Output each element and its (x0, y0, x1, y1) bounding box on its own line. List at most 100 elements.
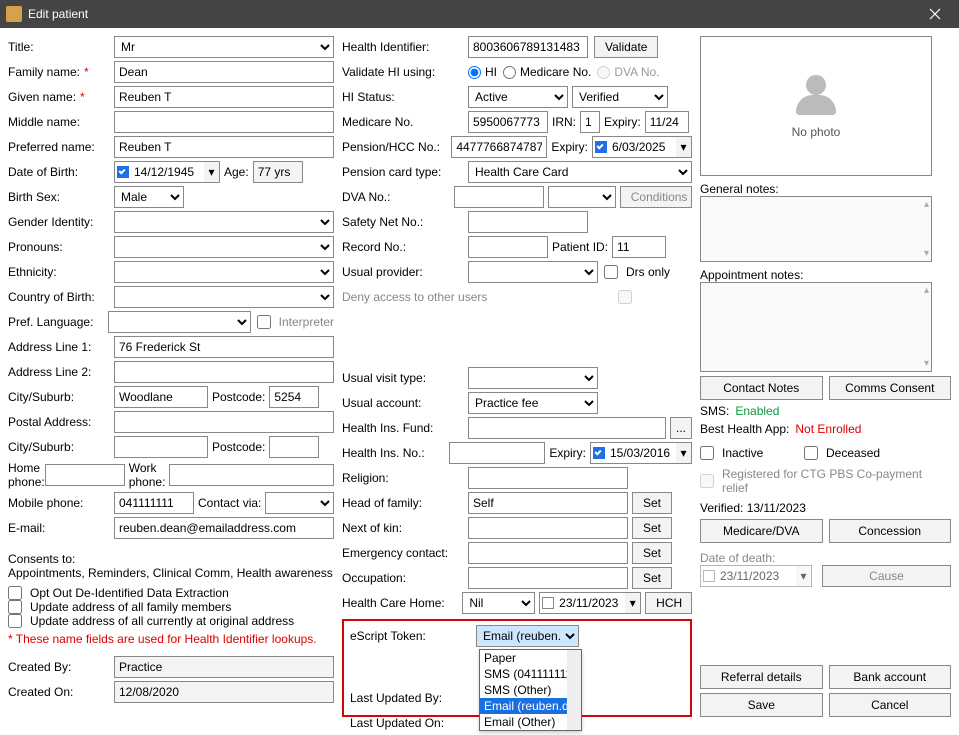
chevron-down-icon[interactable]: ▾ (676, 136, 692, 158)
hi-status-active-select[interactable]: Active (468, 86, 568, 108)
health-ins-expiry-input[interactable] (606, 442, 676, 464)
medicare-no-input[interactable] (468, 111, 548, 133)
next-of-kin-set-button[interactable]: Set (632, 517, 672, 539)
referral-details-button[interactable]: Referral details (700, 665, 823, 689)
save-button[interactable]: Save (700, 693, 823, 717)
next-of-kin-input[interactable] (468, 517, 628, 539)
dropdown-scrollbar[interactable] (567, 650, 581, 730)
mobile-phone-input[interactable] (114, 492, 194, 514)
dva-no-input[interactable] (454, 186, 544, 208)
city-input[interactable] (114, 386, 208, 408)
safety-net-input[interactable] (468, 211, 588, 233)
head-of-family-set-button[interactable]: Set (632, 492, 672, 514)
address1-input[interactable] (114, 336, 334, 358)
birth-sex-select[interactable]: Male (114, 186, 184, 208)
hi-status-verified-select[interactable]: Verified (572, 86, 668, 108)
usual-visit-type-select[interactable] (468, 367, 598, 389)
scroll-up-icon[interactable]: ▴ (924, 199, 929, 210)
pension-hcc-input[interactable] (451, 136, 547, 158)
given-name-input[interactable] (114, 86, 334, 108)
close-button[interactable] (917, 0, 953, 28)
home-phone-input[interactable] (45, 464, 125, 486)
comms-consent-button[interactable]: Comms Consent (829, 376, 952, 400)
interpreter-checkbox[interactable] (257, 315, 271, 329)
postcode-input[interactable] (269, 386, 319, 408)
dva-type-select[interactable] (548, 186, 616, 208)
chevron-down-icon[interactable]: ▾ (204, 161, 220, 183)
escript-option-email-other[interactable]: Email (Other) (480, 714, 581, 730)
deceased-checkbox[interactable] (804, 446, 818, 460)
emergency-contact-input[interactable] (468, 542, 628, 564)
hch-button[interactable]: HCH (645, 592, 692, 614)
opt-out-extraction-checkbox[interactable] (8, 586, 22, 600)
drs-only-checkbox[interactable] (604, 265, 618, 279)
bank-account-button[interactable]: Bank account (829, 665, 952, 689)
country-of-birth-select[interactable] (114, 286, 334, 308)
escript-token-dropdown[interactable]: Paper SMS (041111111) SMS (Other) Email … (479, 649, 582, 731)
record-no-input[interactable] (468, 236, 548, 258)
pension-expiry-datepicker[interactable]: ▾ (592, 136, 692, 158)
validate-medicare-radio[interactable]: Medicare No. (503, 65, 591, 79)
escript-option-sms-other[interactable]: SMS (Other) (480, 682, 581, 698)
contact-notes-button[interactable]: Contact Notes (700, 376, 823, 400)
escript-option-paper[interactable]: Paper (480, 650, 581, 666)
medicare-dva-button[interactable]: Medicare/DVA (700, 519, 823, 543)
preferred-name-input[interactable] (114, 136, 334, 158)
concession-button[interactable]: Concession (829, 519, 952, 543)
escript-token-select[interactable]: Email (reuben.dean@e (476, 625, 579, 647)
address2-input[interactable] (114, 361, 334, 383)
usual-provider-select[interactable] (468, 261, 598, 283)
usual-account-select[interactable]: Practice fee (468, 392, 598, 414)
ethnicity-select[interactable] (114, 261, 334, 283)
validate-button[interactable]: Validate (594, 36, 658, 58)
contact-via-select[interactable] (265, 492, 334, 514)
appointment-notes-textarea[interactable]: ▴ ▾ (700, 282, 932, 372)
health-care-home-select[interactable]: Nil (462, 592, 535, 614)
medicare-expiry-input[interactable] (645, 111, 689, 133)
health-ins-expiry-datepicker[interactable]: ▾ (590, 442, 692, 464)
postal-address-input[interactable] (114, 411, 334, 433)
health-ins-no-input[interactable] (449, 442, 545, 464)
pref-language-select[interactable] (108, 311, 250, 333)
email-input[interactable] (114, 517, 334, 539)
dob-datepicker[interactable]: ▾ (114, 161, 220, 183)
pension-expiry-input[interactable] (608, 136, 676, 158)
hch-date-input[interactable] (555, 592, 625, 614)
irn-input[interactable] (580, 111, 600, 133)
work-phone-input[interactable] (169, 464, 334, 486)
chevron-down-icon[interactable]: ▾ (676, 442, 692, 464)
best-health-app-label: Best Health App: (700, 422, 789, 436)
pension-card-type-select[interactable]: Health Care Card (468, 161, 692, 183)
middle-name-input[interactable] (114, 111, 334, 133)
head-of-family-input[interactable] (468, 492, 628, 514)
update-original-address-checkbox[interactable] (8, 614, 22, 628)
health-ins-fund-lookup-button[interactable]: ... (670, 417, 692, 439)
scroll-down-icon[interactable]: ▾ (924, 248, 929, 259)
occupation-input[interactable] (468, 567, 628, 589)
inactive-checkbox[interactable] (700, 446, 714, 460)
gender-identity-select[interactable] (114, 211, 334, 233)
dob-input[interactable] (130, 161, 204, 183)
postal-city-input[interactable] (114, 436, 208, 458)
health-identifier-input[interactable] (468, 36, 588, 58)
occupation-set-button[interactable]: Set (632, 567, 672, 589)
chevron-down-icon[interactable]: ▾ (625, 592, 641, 614)
patient-photo-box[interactable]: No photo (700, 36, 932, 176)
general-notes-textarea[interactable]: ▴ ▾ (700, 196, 932, 262)
hch-datepicker[interactable]: ▾ (539, 592, 641, 614)
health-ins-fund-input[interactable] (468, 417, 666, 439)
cancel-button[interactable]: Cancel (829, 693, 952, 717)
update-family-address-checkbox[interactable] (8, 600, 22, 614)
scroll-up-icon[interactable]: ▴ (924, 285, 929, 296)
escript-option-sms-number[interactable]: SMS (041111111) (480, 666, 581, 682)
title-select[interactable]: Mr (114, 36, 334, 58)
scroll-down-icon[interactable]: ▾ (924, 358, 929, 369)
religion-input[interactable] (468, 467, 628, 489)
emergency-contact-set-button[interactable]: Set (632, 542, 672, 564)
escript-option-email[interactable]: Email (reuben.dean@em (480, 698, 581, 714)
postal-postcode-input[interactable] (269, 436, 319, 458)
conditions-button[interactable]: Conditions (620, 186, 692, 208)
validate-hi-radio[interactable]: HI (468, 65, 497, 79)
family-name-input[interactable] (114, 61, 334, 83)
pronouns-select[interactable] (114, 236, 334, 258)
